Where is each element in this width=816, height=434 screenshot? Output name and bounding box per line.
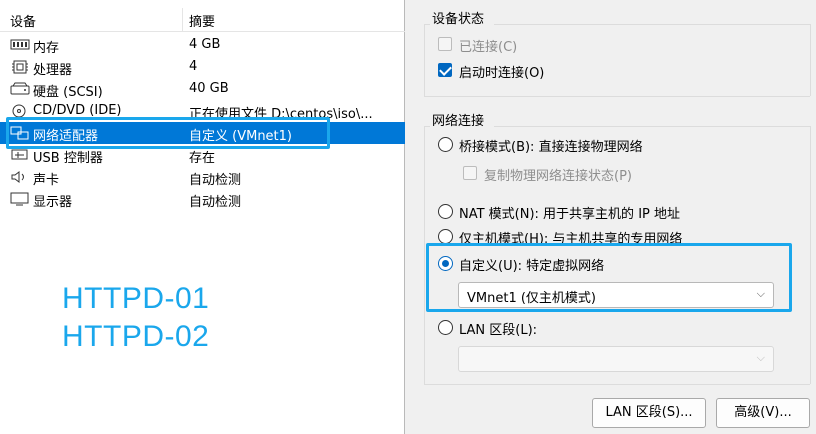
bridged-radio[interactable] <box>438 137 453 152</box>
group-border <box>424 24 425 96</box>
device-name: CD/DVD (IDE) <box>33 103 122 118</box>
custom-network-value: VMnet1 (仅主机模式) <box>467 291 596 306</box>
device-row-hard-disk[interactable]: 硬盘 (SCSI) 40 GB <box>0 78 405 100</box>
lan-segment-label: LAN 区段(L): <box>459 323 538 338</box>
lan-segment-select[interactable]: ⌵ <box>458 346 774 372</box>
network-connection-title: 网络连接 <box>432 114 485 129</box>
connected-label: 已连接(C) <box>459 40 518 55</box>
nat-radio[interactable] <box>438 204 453 219</box>
device-row-usb-controller[interactable]: USB 控制器 存在 <box>0 144 405 166</box>
device-row-processor[interactable]: 处理器 4 <box>0 56 405 78</box>
group-border <box>424 126 425 384</box>
device-row-memory[interactable]: 内存 4 GB <box>0 34 405 56</box>
lan-segments-button[interactable]: LAN 区段(S)... <box>592 398 706 428</box>
group-border <box>424 96 810 97</box>
device-summary: 自定义 (VMnet1) <box>189 129 292 144</box>
device-row-sound-card[interactable]: 声卡 自动检测 <box>0 166 405 188</box>
usb-controller-icon <box>11 149 28 160</box>
chevron-down-icon: ⌵ <box>756 351 765 364</box>
device-list-panel: 设备 摘要 内存 4 GB 处理器 4 硬盘 (SCSI) 40 GB CD/D… <box>0 0 405 434</box>
device-name: 内存 <box>33 41 60 56</box>
custom-radio[interactable] <box>438 256 453 271</box>
device-summary: 存在 <box>189 151 216 166</box>
device-row-cd-dvd[interactable]: CD/DVD (IDE) 正在使用文件 D:\centos\iso\... <box>0 100 405 122</box>
display-icon <box>10 192 29 206</box>
advanced-button[interactable]: 高级(V)... <box>716 398 810 428</box>
device-row-network-adapter[interactable]: 网络适配器 自定义 (VMnet1) <box>0 122 405 144</box>
device-name: 网络适配器 <box>33 129 99 144</box>
group-border <box>494 24 810 25</box>
nat-label: NAT 模式(N): 用于共享主机的 IP 地址 <box>459 207 681 222</box>
column-separator[interactable] <box>182 8 183 32</box>
device-row-display[interactable]: 显示器 自动检测 <box>0 188 405 210</box>
cd-dvd-icon <box>12 104 26 118</box>
device-name: 硬盘 (SCSI) <box>33 85 103 100</box>
custom-network-select[interactable]: VMnet1 (仅主机模式) ⌵ <box>458 282 774 308</box>
device-summary: 自动检测 <box>189 195 242 210</box>
device-list-header: 设备 摘要 <box>0 8 405 32</box>
custom-label: 自定义(U): 特定虚拟网络 <box>459 259 605 274</box>
device-name: USB 控制器 <box>33 151 103 166</box>
lan-segment-radio[interactable] <box>438 320 453 335</box>
sound-card-icon <box>11 171 24 183</box>
device-status-title: 设备状态 <box>432 12 485 27</box>
cpu-icon <box>12 60 28 74</box>
network-adapter-icon <box>10 126 29 140</box>
overlay-text-httpd-02: HTTPD-02 <box>62 320 210 353</box>
device-summary: 4 <box>189 59 198 74</box>
device-summary: 正在使用文件 D:\centos\iso\... <box>189 107 373 122</box>
host-only-label: 仅主机模式(H): 与主机共享的专用网络 <box>459 232 683 247</box>
chevron-down-icon: ⌵ <box>756 287 765 300</box>
host-only-radio[interactable] <box>438 229 453 244</box>
device-summary: 40 GB <box>189 81 229 96</box>
group-border <box>810 24 811 96</box>
connected-checkbox[interactable] <box>438 37 452 51</box>
device-summary: 自动检测 <box>189 173 242 188</box>
group-border <box>494 126 810 127</box>
replicate-state-checkbox[interactable] <box>463 166 477 180</box>
connect-on-start-checkbox[interactable] <box>438 63 452 77</box>
column-header-summary[interactable]: 摘要 <box>189 11 215 30</box>
bridged-label: 桥接模式(B): 直接连接物理网络 <box>459 140 643 155</box>
connect-on-start-label: 启动时连接(O) <box>459 66 545 81</box>
column-header-device[interactable]: 设备 <box>10 11 36 30</box>
overlay-text-httpd-01: HTTPD-01 <box>62 282 210 315</box>
device-name: 声卡 <box>33 173 60 188</box>
device-summary: 4 GB <box>189 37 221 52</box>
hard-disk-icon <box>10 82 30 95</box>
replicate-state-label: 复制物理网络连接状态(P) <box>484 169 632 184</box>
memory-icon <box>10 39 30 50</box>
device-name: 显示器 <box>33 195 73 210</box>
device-name: 处理器 <box>33 63 73 78</box>
group-border <box>424 384 810 385</box>
group-border <box>810 126 811 384</box>
